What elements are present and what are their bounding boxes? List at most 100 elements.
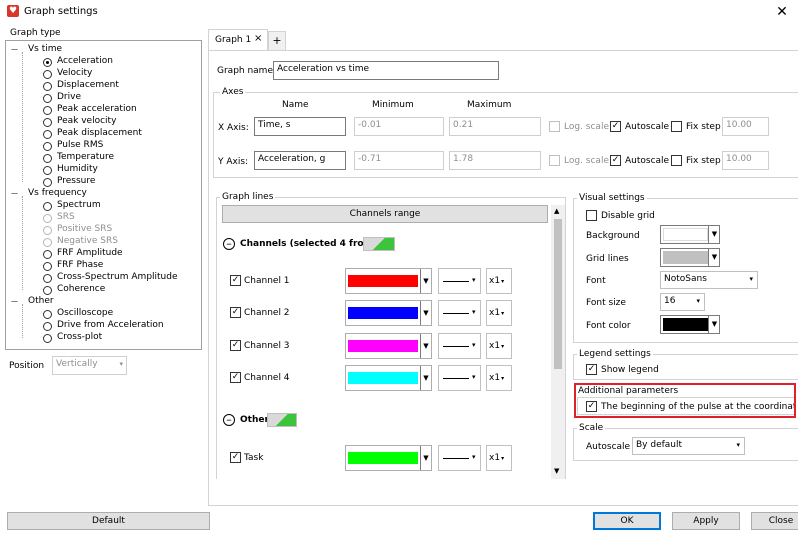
graph-type-option[interactable]: Drive bbox=[57, 92, 81, 102]
graph-type-option[interactable]: Cross-Spectrum Amplitude bbox=[57, 272, 178, 282]
line-color-picker[interactable]: ▼ bbox=[345, 300, 432, 326]
graph-type-radio[interactable] bbox=[43, 262, 52, 271]
graph-type-option[interactable]: FRF Phase bbox=[57, 260, 103, 270]
graph-type-option[interactable]: Temperature bbox=[57, 152, 114, 162]
graph-type-radio[interactable] bbox=[43, 142, 52, 151]
y-axis-name-input[interactable]: Acceleration, g bbox=[254, 151, 346, 170]
disable-grid-checkbox[interactable] bbox=[586, 210, 597, 221]
x-axis-min-input[interactable]: -0.01 bbox=[354, 117, 444, 136]
graph-type-option[interactable]: Peak velocity bbox=[57, 116, 116, 126]
graph-type-radio[interactable] bbox=[43, 118, 52, 127]
line-style-select[interactable]: ▾ bbox=[438, 333, 481, 359]
x-step-input[interactable]: 10.00 bbox=[722, 117, 769, 136]
line-color-picker[interactable]: ▼ bbox=[345, 268, 432, 294]
graph-name-input[interactable]: Acceleration vs time bbox=[273, 61, 499, 80]
x-fix-step-checkbox[interactable] bbox=[671, 121, 682, 132]
line-checkbox[interactable]: ✓ bbox=[230, 307, 241, 318]
tree-group-3[interactable]: Other bbox=[28, 296, 54, 306]
y-autoscale-checkbox[interactable]: ✓ bbox=[610, 155, 621, 166]
x-axis-name-input[interactable]: Time, s bbox=[254, 117, 346, 136]
graph-type-option[interactable]: Velocity bbox=[57, 68, 92, 78]
tree-expander-icon[interactable]: — bbox=[11, 45, 18, 53]
line-color-picker[interactable]: ▼ bbox=[345, 333, 432, 359]
tree-group-2[interactable]: Vs frequency bbox=[28, 188, 87, 198]
x-log-scale-checkbox[interactable] bbox=[549, 121, 560, 132]
tab-graph-1[interactable]: Graph 1 × bbox=[208, 29, 268, 51]
line-checkbox[interactable]: ✓ bbox=[230, 275, 241, 286]
apply-button[interactable]: Apply bbox=[672, 512, 740, 530]
graph-type-option[interactable]: Displacement bbox=[57, 80, 119, 90]
collapse-channels-icon[interactable]: – bbox=[223, 238, 235, 250]
line-scale-select[interactable]: x1▾ bbox=[486, 333, 512, 359]
line-checkbox[interactable]: ✓ bbox=[230, 340, 241, 351]
graph-type-radio[interactable] bbox=[43, 94, 52, 103]
other-toggle[interactable] bbox=[267, 413, 297, 427]
graph-type-option[interactable]: Oscilloscope bbox=[57, 308, 113, 318]
graph-type-radio[interactable] bbox=[43, 166, 52, 175]
line-checkbox[interactable]: ✓ bbox=[230, 372, 241, 383]
graph-type-radio[interactable] bbox=[43, 154, 52, 163]
graph-type-option[interactable]: Acceleration bbox=[57, 56, 113, 66]
graph-type-option[interactable]: FRF Amplitude bbox=[57, 248, 123, 258]
x-axis-max-input[interactable]: 0.21 bbox=[449, 117, 541, 136]
position-select[interactable]: Vertically ▾ bbox=[52, 356, 127, 375]
line-style-select[interactable]: ▾ bbox=[438, 445, 481, 471]
default-button[interactable]: Default bbox=[7, 512, 210, 530]
tab-close-icon[interactable]: × bbox=[254, 33, 262, 44]
graph-type-option[interactable]: Pressure bbox=[57, 176, 95, 186]
graph-type-radio[interactable] bbox=[43, 130, 52, 139]
graph-type-option[interactable]: Cross-plot bbox=[57, 332, 102, 342]
tree-expander-icon[interactable]: — bbox=[11, 297, 18, 305]
font-color-picker[interactable]: ▼ bbox=[660, 315, 720, 334]
scroll-up-icon[interactable]: ▲ bbox=[554, 207, 559, 215]
line-scale-select[interactable]: x1▾ bbox=[486, 365, 512, 391]
graph-type-option[interactable]: SRS bbox=[57, 212, 75, 222]
close-button[interactable]: Close bbox=[751, 512, 798, 530]
graph-type-radio[interactable] bbox=[43, 202, 52, 211]
graph-type-radio[interactable] bbox=[43, 82, 52, 91]
graph-type-radio[interactable] bbox=[43, 310, 52, 319]
pulse-begin-checkbox[interactable]: ✓ bbox=[586, 401, 597, 412]
channels-toggle[interactable] bbox=[363, 237, 395, 251]
ok-button[interactable]: OK bbox=[593, 512, 661, 530]
graph-type-radio[interactable] bbox=[43, 106, 52, 115]
scale-autoscale-select[interactable]: By default ▾ bbox=[632, 437, 745, 455]
graph-type-option[interactable]: Peak acceleration bbox=[57, 104, 137, 114]
graph-type-radio[interactable] bbox=[43, 250, 52, 259]
collapse-other-icon[interactable]: – bbox=[223, 414, 235, 426]
show-legend-checkbox[interactable]: ✓ bbox=[586, 364, 597, 375]
graph-type-option[interactable]: Humidity bbox=[57, 164, 98, 174]
graph-type-radio[interactable] bbox=[43, 274, 52, 283]
background-color-picker[interactable]: ▼ bbox=[660, 225, 720, 244]
graph-type-radio[interactable] bbox=[43, 286, 52, 295]
scroll-down-icon[interactable]: ▼ bbox=[554, 467, 559, 475]
scroll-thumb[interactable] bbox=[554, 219, 562, 369]
line-scale-select[interactable]: x1▾ bbox=[486, 268, 512, 294]
font-select[interactable]: NotoSans ▾ bbox=[660, 271, 758, 289]
grid-lines-color-picker[interactable]: ▼ bbox=[660, 248, 720, 267]
graph-type-radio[interactable] bbox=[43, 322, 52, 331]
graph-type-radio[interactable] bbox=[43, 58, 52, 67]
tree-group-1[interactable]: Vs time bbox=[28, 44, 62, 54]
channels-range-button[interactable]: Channels range bbox=[222, 205, 548, 223]
graph-type-radio[interactable] bbox=[43, 178, 52, 187]
graph-type-option[interactable]: Peak displacement bbox=[57, 128, 142, 138]
close-window-button[interactable]: ✕ bbox=[770, 2, 794, 22]
line-color-picker[interactable]: ▼ bbox=[345, 365, 432, 391]
graph-type-option[interactable]: Spectrum bbox=[57, 200, 101, 210]
graph-type-option[interactable]: Positive SRS bbox=[57, 224, 112, 234]
graph-type-option[interactable]: Coherence bbox=[57, 284, 105, 294]
y-axis-min-input[interactable]: -0.71 bbox=[354, 151, 444, 170]
graph-type-radio[interactable] bbox=[43, 238, 52, 247]
y-log-scale-checkbox[interactable] bbox=[549, 155, 560, 166]
line-color-picker[interactable]: ▼ bbox=[345, 445, 432, 471]
line-scale-select[interactable]: x1▾ bbox=[486, 445, 512, 471]
graph-type-radio[interactable] bbox=[43, 70, 52, 79]
graph-type-option[interactable]: Negative SRS bbox=[57, 236, 118, 246]
line-checkbox[interactable]: ✓ bbox=[230, 452, 241, 463]
graph-lines-scrollbar[interactable]: ▲ ▼ bbox=[551, 205, 565, 479]
graph-type-radio[interactable] bbox=[43, 226, 52, 235]
line-style-select[interactable]: ▾ bbox=[438, 300, 481, 326]
graph-type-option[interactable]: Drive from Acceleration bbox=[57, 320, 164, 330]
line-style-select[interactable]: ▾ bbox=[438, 365, 481, 391]
